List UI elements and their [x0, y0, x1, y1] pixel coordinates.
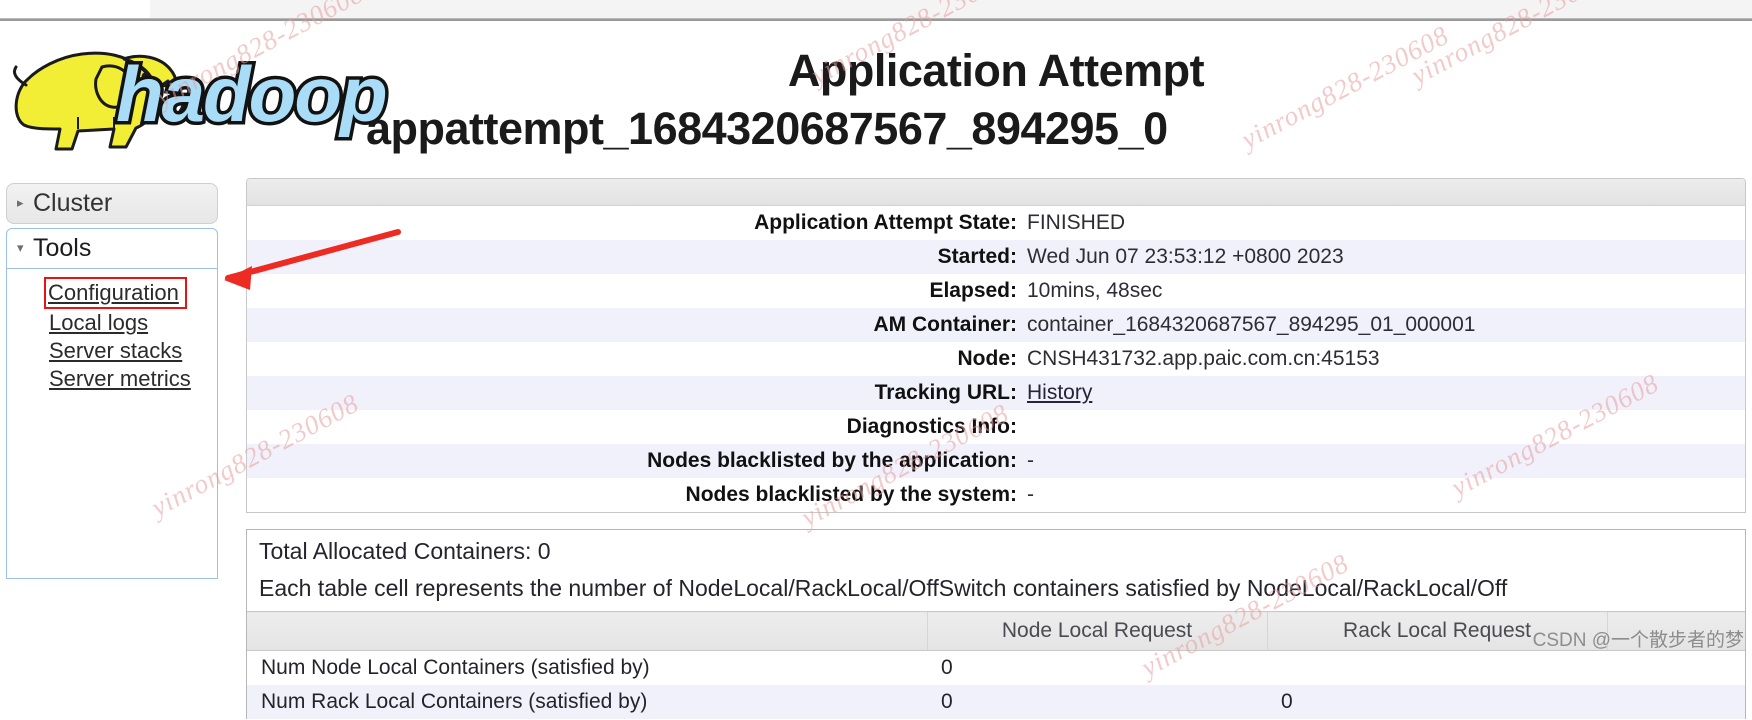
table-row: AM Container: container_1684320687567_89… [247, 308, 1745, 342]
browser-screenshot: hadoop Application Attempt appattempt_16… [0, 0, 1752, 720]
sidebar-tools-links: Configuration Local logs Server stacks S… [6, 269, 218, 579]
browser-tab-strip [0, 0, 1752, 18]
main-content: Application Attempt State: FINISHED Star… [246, 178, 1746, 719]
row-value: CNSH431732.app.paic.com.cn:45153 [1027, 347, 1380, 370]
server-stacks-link[interactable]: Server stacks [49, 338, 182, 363]
row-key: AM Container: [873, 313, 1018, 336]
row-key: Nodes blacklisted by the system: [685, 483, 1017, 506]
table-row: Node: CNSH431732.app.paic.com.cn:45153 [247, 342, 1745, 376]
sidebar-group-cluster[interactable]: ▸ Cluster [6, 183, 218, 224]
cell-node-local: 0 [941, 690, 953, 713]
row-label: Num Node Local Containers (satisfied by) [261, 656, 650, 679]
tracking-url-history-link[interactable]: History [1027, 381, 1092, 404]
row-key: Started: [937, 245, 1017, 268]
page-title-line1: Application Attempt [787, 45, 1205, 96]
column-header-rack-local-request[interactable]: Rack Local Request [1266, 611, 1607, 651]
row-key: Tracking URL: [874, 381, 1017, 404]
cell-node-local: 0 [941, 656, 953, 679]
table-row: Elapsed: 10mins, 48sec [247, 274, 1745, 308]
table-row: Nodes blacklisted by the system: - [247, 478, 1745, 512]
row-key: Node: [957, 347, 1018, 370]
sidebar-group-cluster-header[interactable]: ▸ Cluster [6, 183, 218, 224]
panel-toolbar [247, 179, 1745, 206]
column-header-overflow [1606, 611, 1745, 651]
server-metrics-link[interactable]: Server metrics [49, 366, 191, 391]
column-header-node-local-request[interactable]: Node Local Request [926, 611, 1267, 651]
cell-rack-local: 0 [1281, 690, 1293, 713]
cell-overflow [1607, 651, 1745, 686]
local-logs-link[interactable]: Local logs [49, 310, 148, 335]
column-header-blank [247, 611, 927, 651]
table-row: Num Rack Local Containers (satisfied by)… [247, 685, 1745, 719]
table-row: Started: Wed Jun 07 23:53:12 +0800 2023 [247, 240, 1745, 274]
row-value: Wed Jun 07 23:53:12 +0800 2023 [1027, 245, 1344, 268]
sidebar-group-tools-label: Tools [33, 234, 92, 262]
row-value: 10mins, 48sec [1027, 279, 1163, 302]
row-key: Application Attempt State: [754, 211, 1017, 234]
page-title-line2: appattempt_1684320687567_894295_0 [366, 103, 1168, 154]
attempt-details-table: Application Attempt State: FINISHED Star… [247, 206, 1745, 512]
sidebar: ▸ Cluster ▾ Tools Configuration Local lo… [6, 183, 218, 579]
attempt-details-panel: Application Attempt State: FINISHED Star… [246, 178, 1746, 513]
row-key: Nodes blacklisted by the application: [647, 449, 1017, 472]
row-label: Num Rack Local Containers (satisfied by) [261, 690, 648, 713]
cell-rack-local [1267, 651, 1607, 686]
containers-table: Node Local Request Rack Local Request Nu… [247, 611, 1745, 719]
cell-overflow [1607, 685, 1745, 719]
sidebar-group-tools-header[interactable]: ▾ Tools [6, 228, 218, 269]
containers-description: Each table cell represents the number of… [259, 575, 1508, 601]
row-value: container_1684320687567_894295_01_000001 [1027, 313, 1476, 336]
row-value: FINISHED [1027, 211, 1126, 234]
table-row: Num Node Local Containers (satisfied by)… [247, 650, 1745, 686]
table-row: Nodes blacklisted by the application: - [247, 444, 1745, 478]
table-row: Diagnostics Info: [247, 410, 1745, 444]
sidebar-group-tools[interactable]: ▾ Tools Configuration Local logs Server … [6, 228, 218, 579]
containers-panel: Total Allocated Containers: 0 Each table… [246, 529, 1746, 719]
sidebar-group-cluster-label: Cluster [33, 189, 113, 217]
configuration-link[interactable]: Configuration [44, 277, 187, 309]
table-row: Tracking URL: History [247, 376, 1745, 410]
total-allocated-containers: Total Allocated Containers: 0 [259, 538, 551, 564]
row-key: Diagnostics Info: [846, 415, 1017, 438]
table-row: Application Attempt State: FINISHED [247, 206, 1745, 240]
row-value: History [1025, 376, 1745, 410]
row-value: - [1027, 449, 1034, 472]
row-key: Elapsed: [929, 279, 1017, 302]
containers-table-header-row: Node Local Request Rack Local Request [247, 611, 1745, 651]
row-value: - [1027, 483, 1034, 506]
row-value [1025, 410, 1745, 444]
page-title: Application Attempt appattempt_168432068… [246, 43, 1746, 157]
tab-strip-background [150, 0, 1752, 18]
page-header: hadoop Application Attempt appattempt_16… [0, 21, 1752, 175]
